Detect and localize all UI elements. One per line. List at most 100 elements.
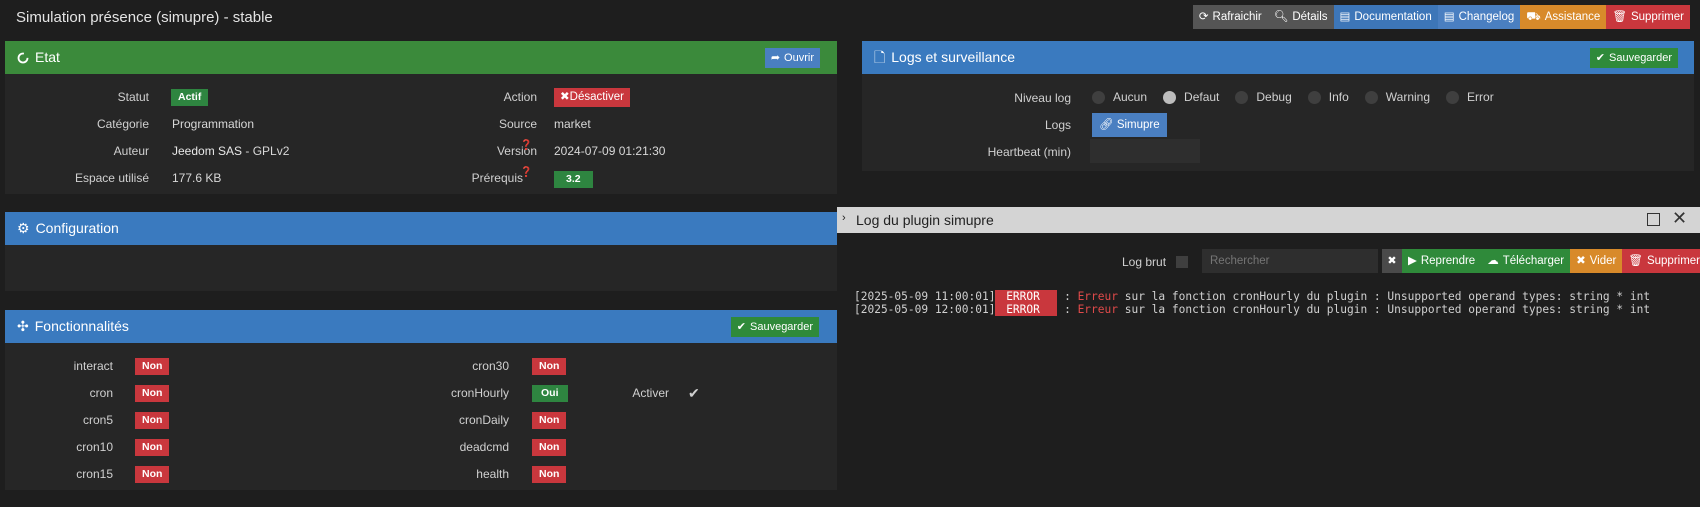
statut-badge: Actif xyxy=(171,89,209,106)
trash-icon: 🗑︎ xyxy=(1612,11,1627,23)
details-label: Détails xyxy=(1292,11,1328,23)
logs-title: Logs et surveillance xyxy=(891,49,1016,65)
refresh-button[interactable]: ⟳ Rafraichir xyxy=(1192,5,1268,29)
deactivate-button[interactable]: ✖Désactiver xyxy=(554,88,630,107)
log-line: [2025-05-09 11:00:01] ERROR : Erreur sur… xyxy=(854,290,1650,303)
version-value: 2024-07-09 01:21:30 xyxy=(554,144,666,158)
logs-save-button[interactable]: ✔ Sauvegarder xyxy=(1589,48,1678,68)
log-message: sur la fonction cronHourly du plugin : U… xyxy=(1117,290,1651,303)
clear-search-button[interactable]: ✖ xyxy=(1382,249,1402,273)
level-radio-warning[interactable]: Warning xyxy=(1364,90,1431,104)
details-button[interactable]: 🔍︎ Détails xyxy=(1267,5,1334,29)
play-icon: ▶ xyxy=(1408,255,1417,267)
radio-icon xyxy=(1235,90,1249,104)
espace-value: 177.6 KB xyxy=(172,171,222,185)
auteur-value: Jeedom SAS xyxy=(172,144,243,158)
book-icon: ▤ xyxy=(1443,11,1455,23)
logs-save-label: Sauvegarder xyxy=(1609,52,1672,64)
log-level-radio-group: Aucun Defaut Debug Info Warning Error xyxy=(1092,90,1504,104)
deactivate-label: Désactiver xyxy=(569,91,624,103)
func-status-badge: Non xyxy=(532,412,567,429)
heartbeat-input[interactable] xyxy=(1090,139,1200,163)
log-simupre-button[interactable]: 🔗︎ Simupre xyxy=(1092,113,1167,137)
check-circle-icon: ✔ xyxy=(736,321,746,333)
configuration-header: ⚙ Configuration xyxy=(5,212,837,245)
delete-plugin-button[interactable]: 🗑︎ Supprimer xyxy=(1606,5,1690,29)
download-button[interactable]: ☁ Télécharger xyxy=(1481,249,1571,273)
log-level-tag: ERROR xyxy=(995,290,1058,303)
func-name: cron xyxy=(89,386,113,400)
times-icon: ✖ xyxy=(1576,255,1586,267)
func-name: deadcmd xyxy=(459,440,509,454)
func-status-badge: Oui xyxy=(532,385,568,402)
func-status-badge: Non xyxy=(135,439,170,456)
changelog-label: Changelog xyxy=(1458,11,1515,23)
chevron-right-icon[interactable]: › xyxy=(842,212,846,224)
func-status-badge: Non xyxy=(532,439,567,456)
help-icon[interactable]: ❓ xyxy=(520,167,532,178)
fonctionnalites-panel: ✣ Fonctionnalités ✔ Sauvegarder interact … xyxy=(5,310,837,490)
download-label: Télécharger xyxy=(1502,255,1565,267)
log-separator: : xyxy=(1057,303,1078,316)
categorie-label: Catégorie xyxy=(96,117,149,131)
licence-value: - GPLv2 xyxy=(245,144,290,158)
configuration-title: Configuration xyxy=(35,220,119,236)
functions-save-button[interactable]: ✔ Sauvegarder xyxy=(730,317,819,337)
activer-checkbox[interactable]: ✔ xyxy=(688,385,700,402)
source-value: market xyxy=(554,117,591,131)
delete-log-label: Supprimer xyxy=(1646,255,1700,267)
book-icon: ▤ xyxy=(1339,11,1351,23)
log-timestamp: [2025-05-09 11:00:01] xyxy=(854,290,996,303)
func-status-badge: Non xyxy=(135,358,170,375)
functions-save-label: Sauvegarder xyxy=(750,321,813,333)
log-error-word: Erreur xyxy=(1077,290,1118,303)
level-radio-aucun[interactable]: Aucun xyxy=(1092,90,1147,104)
close-icon: ✖ xyxy=(560,91,570,103)
log-brut-checkbox[interactable] xyxy=(1176,256,1188,268)
radio-icon xyxy=(1307,90,1321,104)
level-radio-info[interactable]: Info xyxy=(1307,90,1349,104)
log-brut-label: Log brut xyxy=(1122,255,1167,269)
close-icon[interactable]: ✕ xyxy=(1672,208,1687,229)
changelog-button[interactable]: ▤ Changelog xyxy=(1437,5,1521,29)
delete-log-button[interactable]: 🗑︎ Supprimer xyxy=(1622,249,1700,273)
puzzle-icon: ✣ xyxy=(17,318,29,334)
resume-label: Reprendre xyxy=(1420,255,1476,267)
func-name: cronDaily xyxy=(458,413,509,427)
radio-icon xyxy=(1364,90,1378,104)
radio-icon xyxy=(1446,90,1460,104)
log-modal-header: › Log du plugin simupre ✕ xyxy=(837,207,1700,233)
help-icon[interactable]: ❓ xyxy=(520,140,532,151)
func-status-badge: Non xyxy=(135,466,170,483)
heartbeat-label: Heartbeat (min) xyxy=(987,145,1071,159)
func-name: cron30 xyxy=(472,359,509,373)
refresh-label: Rafraichir xyxy=(1212,11,1262,23)
clear-button[interactable]: ✖ Vider xyxy=(1570,249,1623,273)
func-name: health xyxy=(476,467,509,481)
func-name: cronHourly xyxy=(450,386,509,400)
log-search-input[interactable] xyxy=(1202,249,1378,273)
etat-header: Etat ➦ Ouvrir xyxy=(5,41,837,74)
level-radio-defaut[interactable]: Defaut xyxy=(1163,90,1219,104)
documentation-button[interactable]: ▤ Documentation xyxy=(1333,5,1438,29)
clear-label: Vider xyxy=(1589,255,1617,267)
func-status-badge: Non xyxy=(135,412,170,429)
resume-button[interactable]: ▶ Reprendre xyxy=(1402,249,1482,273)
level-radio-error[interactable]: Error xyxy=(1446,90,1494,104)
logs-panel: 🗋︎ Logs et surveillance ✔ Sauvegarder Niv… xyxy=(862,41,1694,171)
level-label: Aucun xyxy=(1113,90,1148,104)
func-status-badge: Non xyxy=(135,385,170,402)
maximize-icon[interactable] xyxy=(1647,213,1660,226)
file-icon: 🗋︎ xyxy=(874,49,886,65)
logs-label: Logs xyxy=(1044,118,1071,132)
etat-panel: Etat ➦ Ouvrir Statut Actif Action ✖Désact… xyxy=(5,41,837,194)
level-radio-debug[interactable]: Debug xyxy=(1235,90,1292,104)
open-button[interactable]: ➦ Ouvrir xyxy=(764,48,820,68)
level-label: Warning xyxy=(1385,90,1431,104)
cloud-download-icon: ☁ xyxy=(1487,255,1499,267)
prerequis-label: Prérequis xyxy=(471,171,523,185)
log-separator: : xyxy=(1057,290,1078,303)
cogs-icon: ⚙ xyxy=(17,220,30,236)
func-name: cron15 xyxy=(76,467,113,481)
assistance-button[interactable]: ⛟ Assistance xyxy=(1520,5,1607,29)
